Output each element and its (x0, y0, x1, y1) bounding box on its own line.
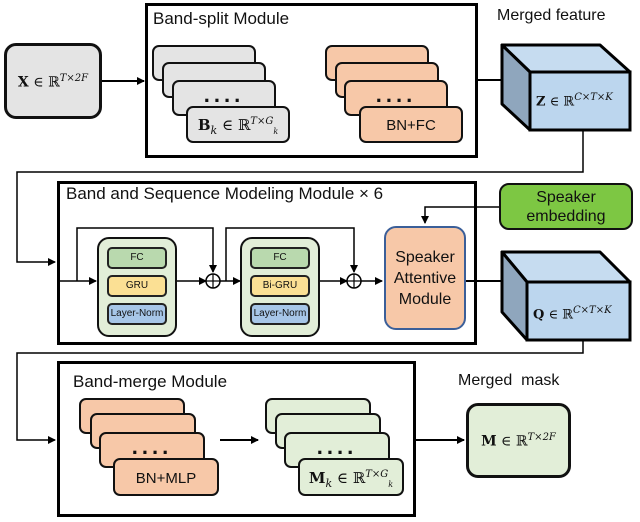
bsm-title: Band and Sequence Modeling Module × 6 (66, 184, 384, 203)
sam-line: Attentive (393, 269, 457, 287)
fc-layer: FC (107, 247, 167, 269)
layer-norm: Layer-Norm (107, 303, 167, 325)
band-merge-title: Band-merge Module (73, 372, 228, 391)
fc-layer: FC (250, 247, 310, 269)
ellipsis: .... (375, 82, 417, 107)
speaker-embedding-line: embedding (526, 207, 606, 225)
q-feature-cube (500, 250, 632, 342)
input-spectrogram-box: X ∈ ℝT×2F (4, 43, 102, 119)
band-split-title: Band-split Module (153, 9, 290, 28)
ellipsis: .... (316, 434, 358, 459)
band-card-label: Bk ∈ ℝT×Gk (197, 116, 279, 137)
merged-mask-box: M ∈ ℝT×2F (466, 403, 571, 478)
bn-mlp-label: BN+MLP (135, 470, 197, 487)
z-feature-cube (500, 43, 632, 132)
fc-card-front: BN+FC (359, 106, 463, 143)
layer-norm: Layer-Norm (250, 303, 310, 325)
sam-line: Module (398, 290, 452, 308)
mask-card-front: Mk ∈ ℝT×Gk (298, 458, 404, 496)
speaker-embedding-box: Speaker embedding (499, 183, 633, 230)
ellipsis: .... (131, 434, 173, 459)
bi-gru-block: FC Bi-GRU Layer-Norm (240, 237, 320, 337)
z-feature-label: Z ∈ ℝC×T×K (536, 92, 613, 110)
bi-gru-layer: Bi-GRU (250, 275, 310, 297)
band-card-front: Bk ∈ ℝT×Gk (186, 106, 290, 143)
mlp-card-front: BN+MLP (113, 458, 219, 496)
q-feature-label: Q ∈ ℝC×T×K (533, 305, 612, 323)
mask-card-label: Mk ∈ ℝT×Gk (308, 469, 394, 490)
speaker-embedding-line: Speaker (536, 188, 596, 206)
gru-block: FC GRU Layer-Norm (97, 237, 177, 337)
input-label: X ∈ ℝT×2F (17, 73, 89, 91)
merged-mask-label: M ∈ ℝT×2F (481, 432, 556, 450)
gru-layer: GRU (107, 275, 167, 297)
sam-line: Speaker (395, 248, 455, 266)
ellipsis: .... (203, 82, 245, 107)
merged-feature-title: Merged feature (497, 7, 606, 24)
speaker-attentive-module: Speaker Attentive Module (384, 226, 466, 330)
merged-mask-title: Merged mask (458, 372, 560, 389)
bn-fc-label: BN+FC (386, 117, 436, 134)
